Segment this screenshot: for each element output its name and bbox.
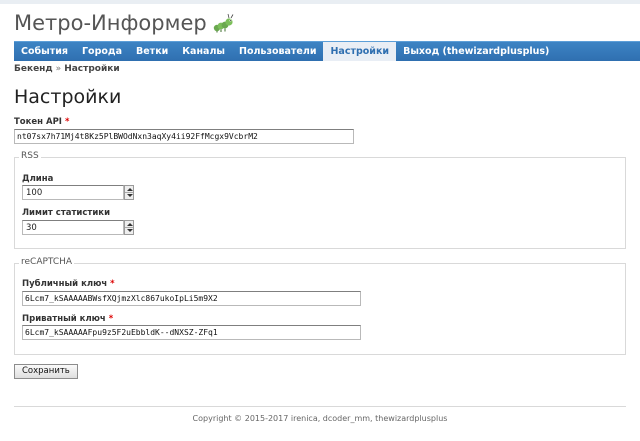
rss-stats-limit-spin-buttons[interactable] <box>124 220 134 235</box>
breadcrumb-separator: » <box>55 64 62 74</box>
rss-fieldset <box>14 157 626 249</box>
breadcrumb-root[interactable]: Бекенд <box>14 64 53 74</box>
site-title[interactable]: Метро-Информер <box>14 11 207 35</box>
spin-divider <box>125 192 133 193</box>
top-border <box>0 0 640 4</box>
nav-item-events[interactable]: События <box>14 42 75 61</box>
nav-item-cities[interactable]: Города <box>75 42 129 61</box>
api-token-label-text: Токен API <box>14 117 62 127</box>
nav-item-logout[interactable]: Выход (thewizardplusplus) <box>396 42 556 61</box>
nav-item-settings[interactable]: Настройки <box>323 42 397 61</box>
required-mark: * <box>110 279 115 289</box>
recaptcha-fieldset <box>14 263 626 355</box>
rss-stats-limit-label: Лимит статистики <box>22 208 111 218</box>
rss-length-label: Длина <box>22 174 54 184</box>
private-key-label: Приватный ключ * <box>22 314 113 324</box>
nav-item-users[interactable]: Пользователи <box>232 42 323 61</box>
private-key-label-text: Приватный ключ <box>22 314 106 324</box>
required-mark: * <box>108 314 114 324</box>
api-token-input[interactable]: nt07sx7h71Mj4t8Kz5PlBWOdNxn3aqXy4ii92FfM… <box>14 129 354 144</box>
rss-length-stepper[interactable]: 100 <box>22 185 134 200</box>
required-mark: * <box>64 117 70 127</box>
rss-length-spin-buttons[interactable] <box>124 185 134 200</box>
site-header: Метро-Информер <box>14 8 235 38</box>
nav-item-lines[interactable]: Ветки <box>129 42 175 61</box>
public-key-label: Публичный ключ * <box>22 279 115 289</box>
main-nav: События Города Ветки Каналы Пользователи… <box>14 41 640 61</box>
save-button[interactable]: Сохранить <box>14 364 78 379</box>
spin-down-icon[interactable] <box>127 229 133 232</box>
spin-down-icon[interactable] <box>127 194 133 197</box>
spin-divider <box>125 227 133 228</box>
api-token-label: Токен API * <box>14 117 69 127</box>
footer-copyright: Copyright © 2015-2017 irenica, dcoder_mm… <box>192 414 448 423</box>
caterpillar-icon <box>213 13 235 33</box>
public-key-input[interactable]: 6Lcm7_kSAAAAABWsfXQjmzXlc867ukoIpLi5m9X2 <box>22 291 361 306</box>
breadcrumb: Бекенд» Настройки <box>14 64 120 74</box>
spin-up-icon[interactable] <box>127 223 133 226</box>
rss-length-input[interactable]: 100 <box>22 185 124 200</box>
footer-divider <box>14 406 626 407</box>
rss-stats-limit-input[interactable]: 30 <box>22 220 124 235</box>
rss-stats-limit-stepper[interactable]: 30 <box>22 220 134 235</box>
public-key-label-text: Публичный ключ <box>22 279 108 289</box>
breadcrumb-current: Настройки <box>64 64 120 74</box>
private-key-input[interactable]: 6Lcm7_kSAAAAAFpu9z5F2uEbbldK--dNXSZ-ZFq1 <box>22 325 361 340</box>
spin-up-icon[interactable] <box>127 188 133 191</box>
recaptcha-legend: reCAPTCHA <box>19 257 75 267</box>
nav-item-channels[interactable]: Каналы <box>175 42 232 61</box>
rss-legend: RSS <box>19 151 41 161</box>
page-title: Настройки <box>14 86 122 108</box>
